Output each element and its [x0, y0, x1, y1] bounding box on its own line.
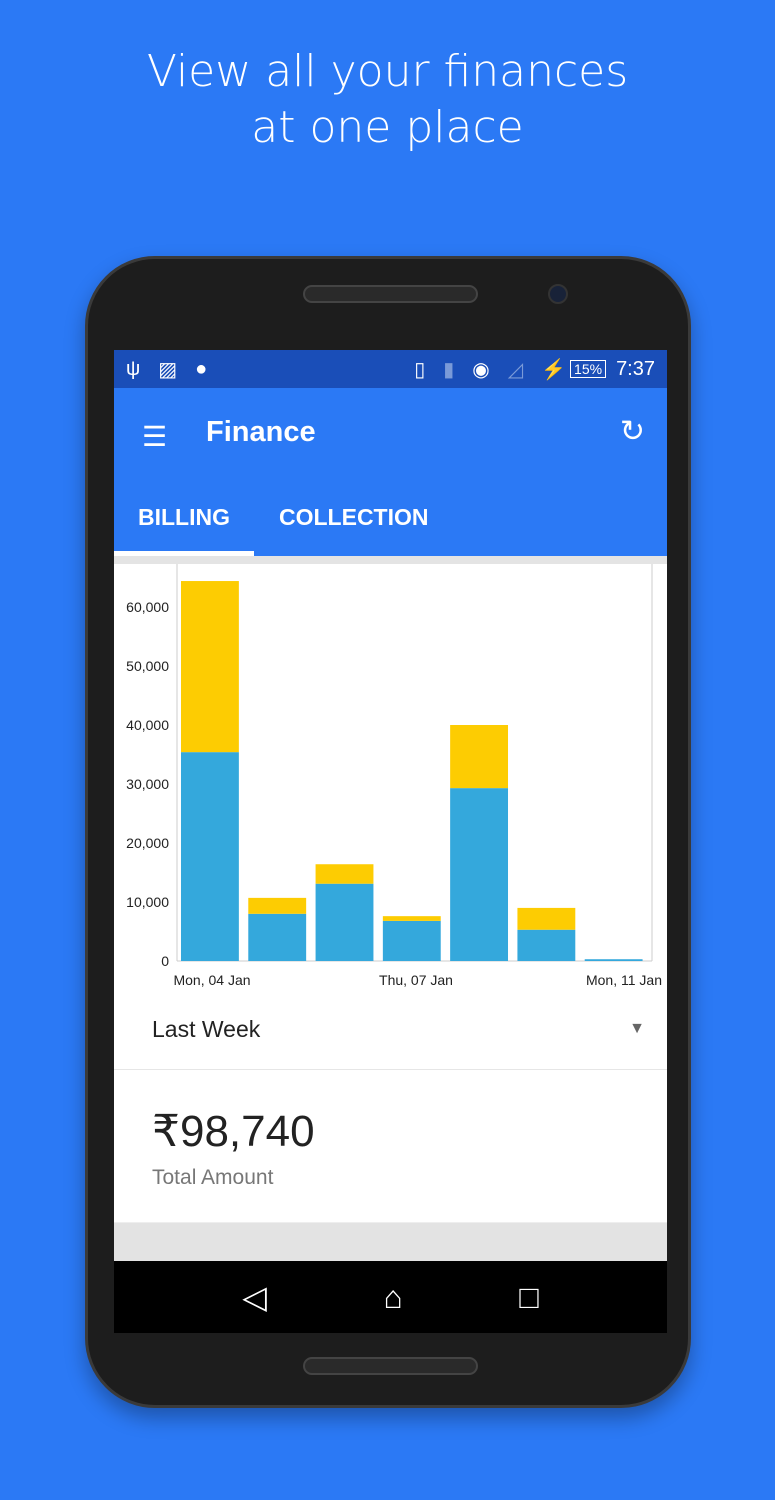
headline: View all your finances at one place: [0, 44, 775, 156]
tab-billing[interactable]: BILLING: [138, 504, 230, 531]
top-speaker: [303, 285, 478, 303]
bar-segment: [517, 929, 576, 961]
home-icon[interactable]: ⌂: [383, 1279, 402, 1316]
status-bar: ψ ▨ ● ▯ ▮ ◉ ◿ ⚡ 15% 7:37: [114, 350, 667, 388]
charging-icon: ⚡: [541, 358, 567, 381]
bar-segment: [248, 897, 307, 914]
app-bar: ☰ Finance ↻ BILLING COLLECTION: [114, 388, 667, 556]
total-amount-label: Total Amount: [152, 1166, 274, 1189]
refresh-icon[interactable]: ↻: [620, 414, 645, 449]
bar-segment: [450, 725, 509, 789]
usb-icon: ψ: [126, 357, 141, 380]
x-tick-label: Thu, 07 Jan: [379, 972, 453, 988]
bar-segment: [181, 581, 239, 753]
bar-segment: [181, 752, 239, 961]
vibrate-icon: ▯: [414, 358, 426, 381]
sim-alert-icon: ▮: [443, 358, 455, 381]
bar-segment: [382, 916, 441, 921]
chart-svg: 0 10,000 20,000 30,000 40,000 50,000 60,000 Mon…: [126, 564, 662, 988]
bar-segment: [248, 913, 307, 961]
y-tick-label: 20,000: [126, 835, 169, 851]
y-tick-label: 10,000: [126, 894, 169, 910]
recents-icon[interactable]: □: [519, 1279, 538, 1316]
y-tick-label: 30,000: [126, 776, 169, 792]
bar-segment: [450, 788, 509, 961]
battery-level: 15%: [570, 360, 607, 378]
android-icon: ●: [195, 357, 208, 380]
clock: 7:37: [616, 357, 655, 380]
headline-line-1: View all your finances: [146, 46, 629, 97]
front-camera: [548, 284, 568, 304]
billing-chart: 0 10,000 20,000 30,000 40,000 50,000 60,000 Mon…: [114, 556, 667, 996]
app-title: Finance: [206, 416, 316, 448]
x-tick-label: Mon, 04 Jan: [173, 972, 250, 988]
screen: ψ ▨ ● ▯ ▮ ◉ ◿ ⚡ 15% 7:37 ☰ Finance ↻ BIL…: [114, 350, 667, 1333]
bar-segment: [517, 907, 576, 930]
x-tick-label: Mon, 11 Jan: [586, 972, 662, 988]
y-tick-label: 60,000: [126, 599, 169, 615]
period-dropdown[interactable]: Last Week ▼: [114, 1000, 667, 1070]
dropdown-arrow-icon: ▼: [629, 1020, 645, 1037]
y-tick-label: 0: [161, 953, 169, 969]
bar-segment: [584, 959, 643, 961]
period-selected: Last Week: [152, 1016, 261, 1042]
headline-line-2: at one place: [251, 102, 524, 153]
bar-segment: [382, 920, 441, 961]
tab-collection[interactable]: COLLECTION: [279, 504, 429, 531]
bar-segment: [315, 883, 374, 961]
back-icon[interactable]: ◁: [242, 1278, 267, 1316]
signal-icon: ◿: [507, 358, 524, 381]
total-amount: ₹98,740: [152, 1107, 315, 1156]
bar-segment: [315, 864, 374, 884]
content-divider: [114, 1222, 667, 1262]
wifi-icon: ◉: [472, 358, 490, 381]
y-tick-label: 40,000: [126, 717, 169, 733]
y-tick-label: 50,000: [126, 658, 169, 674]
image-icon: ▨: [158, 358, 178, 381]
navigation-bar: ◁ ⌂ □: [114, 1261, 667, 1333]
hamburger-icon[interactable]: ☰: [142, 420, 167, 453]
bottom-speaker: [303, 1357, 478, 1375]
